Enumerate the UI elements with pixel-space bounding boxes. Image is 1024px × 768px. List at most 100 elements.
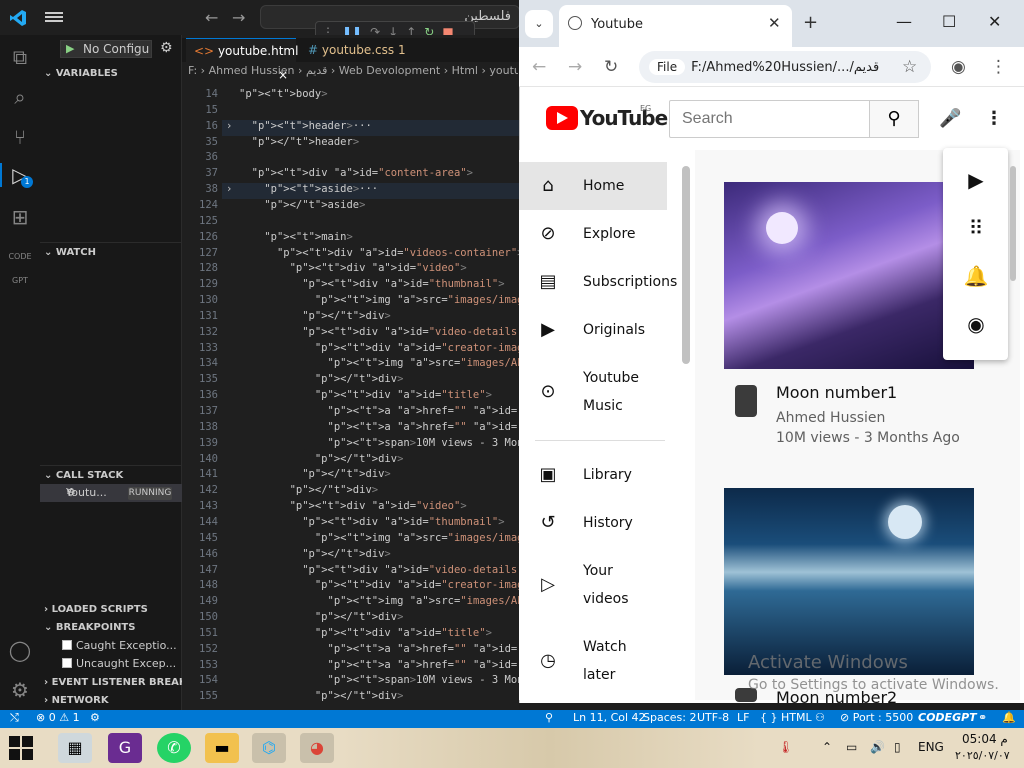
code-line[interactable]: "p"><"t">body> [239, 88, 328, 100]
checkbox[interactable] [62, 640, 72, 650]
nav-originals[interactable]: ▶ Originals [519, 316, 667, 344]
code-line[interactable]: "p"><"t">a "a">href="" "a">id="video-cre… [239, 421, 519, 433]
maximize-icon[interactable]: ☐ [942, 12, 956, 31]
account-icon[interactable]: ◯ [8, 638, 32, 662]
bookmark-star-icon[interactable]: ☆ [902, 57, 917, 77]
input-language[interactable]: ENG [918, 740, 944, 754]
clock-date[interactable]: ٢٠٢٥/٠٧/٠٧ [955, 749, 1010, 762]
code-line[interactable]: "p"><"t">img "a">src="images/image1.jpeg… [239, 294, 519, 306]
remote-icon[interactable]: ⤭ [10, 711, 19, 725]
zoom-icon[interactable]: ⚲ [545, 711, 553, 724]
address-bar[interactable]: File F:/Ahmed%20Hussien/.../قديم [639, 51, 931, 83]
encoding[interactable]: UTF-8 [697, 711, 729, 724]
calculator-icon[interactable]: ▦ [58, 733, 92, 763]
bp-caught-exceptions[interactable]: Caught Exceptio... [62, 639, 177, 652]
breadcrumb[interactable]: F: › Ahmed Hussien › قديم › Web Devolopm… [188, 64, 518, 82]
code-line[interactable]: "p"><"t">div "a">id="video-details"> [239, 564, 519, 576]
browser-tab[interactable]: Youtube [559, 5, 792, 47]
code-line[interactable]: "p"></"t">div> [239, 611, 404, 623]
nav-watch-later[interactable]: ◷ Watch later [519, 633, 649, 689]
notifications-icon[interactable]: 🔔 [1002, 711, 1016, 724]
close-tab-icon[interactable]: ✕ [768, 14, 781, 32]
code-line[interactable]: "p"></"t">div> [239, 548, 391, 560]
back-arrow-icon[interactable]: ← [205, 8, 218, 27]
settings-gear-icon[interactable]: ⚙ [8, 678, 32, 702]
clock-time[interactable]: 05:04 م [962, 732, 1008, 746]
code-line[interactable]: "p"><"t">div "a">id="video"> [239, 500, 467, 512]
minimize-icon[interactable]: — [896, 12, 912, 31]
sidebar-scrollbar[interactable] [682, 166, 690, 364]
code-line[interactable]: "p"><"t">div "a">id="thumbnail"> [239, 278, 504, 290]
windows-start-icon[interactable] [8, 735, 34, 761]
explorer-icon[interactable]: ⧉ [8, 45, 32, 69]
accounts-icon[interactable]: ⚭ [978, 711, 987, 724]
code-line[interactable]: "p"></"t">div> [239, 373, 404, 385]
code-line[interactable]: "p"><"t">div "a">id="videos-container"> [239, 247, 519, 259]
code-line[interactable]: "p"><"t">div "a">id="video-details"> [239, 326, 519, 338]
apps-grid-icon[interactable]: ⠿ [963, 216, 989, 240]
video-thumbnail[interactable] [724, 182, 974, 369]
code-line[interactable]: "p"></"t">div> [239, 468, 391, 480]
video-creator[interactable]: Ahmed Hussien [776, 410, 885, 426]
code-line[interactable]: "p"><"t">a "a">href="" "a">id="video-cre… [239, 659, 519, 671]
nav-explore[interactable]: ⊘ Explore [519, 220, 667, 248]
code-line[interactable]: "p"></"t">div> [239, 484, 379, 496]
code-line[interactable]: "p"><"t">a "a">href="" "a">id="video-tit… [239, 405, 519, 417]
account-circle-icon[interactable]: ◉ [963, 312, 989, 336]
volume-icon[interactable]: 🔊 [870, 740, 885, 754]
fold-chevron-icon[interactable]: › [226, 120, 232, 132]
search-button[interactable]: ⚲ [869, 100, 919, 138]
video-title[interactable]: Moon number1 [776, 383, 897, 402]
indentation[interactable]: Spaces: 2 [643, 711, 696, 724]
code-line[interactable]: "p"><"t">span>10M views - 3 Months Ago [239, 674, 519, 686]
code-line[interactable]: "p"><"t">a "a">href="" "a">id="video-tit… [239, 643, 519, 655]
code-line[interactable]: "p"></"t">header> [239, 136, 360, 148]
vscode-taskbar-icon[interactable]: ⌬ [252, 733, 286, 763]
checkbox[interactable] [62, 658, 72, 668]
source-control-icon[interactable]: ⑂ [8, 125, 32, 149]
whatsapp-icon[interactable]: ✆ [157, 733, 191, 763]
page-scrollbar[interactable] [1010, 166, 1016, 281]
live-server-port[interactable]: ⊘ Port : 5500 [840, 711, 913, 724]
close-window-icon[interactable]: ✕ [988, 12, 1001, 31]
section-event-listener[interactable]: EVENT LISTENER BREAKP... [44, 677, 204, 688]
code-line[interactable]: "p"><"t">div "a">id="content-area"> [239, 167, 473, 179]
language-mode[interactable]: { } HTML [760, 711, 812, 724]
code-line[interactable]: "p"><"t">div "a">id="title"> [239, 627, 492, 639]
file-explorer-icon[interactable]: ▬ [205, 733, 239, 763]
start-debugging-icon[interactable]: ▶ [66, 42, 74, 55]
avatar[interactable] [735, 385, 757, 417]
code-line[interactable]: "p"></"t">div> [239, 453, 404, 465]
search-input[interactable] [669, 100, 870, 138]
problems-indicator[interactable]: ⊗ 0 ⚠ 1 [36, 711, 80, 724]
tab-youtube-css[interactable]: # youtube.css 1 [300, 38, 410, 62]
section-breakpoints[interactable]: BREAKPOINTS [44, 622, 136, 633]
code-line[interactable]: "p"><"t">img "a">src="images/image2.jpeg… [239, 532, 519, 544]
code-line[interactable]: "p"></"t">div> [239, 310, 391, 322]
code-line[interactable]: "p"></"t">div> [239, 690, 404, 702]
code-line[interactable]: "p"><"t">aside>··· [239, 183, 378, 195]
cursor-position[interactable]: Ln 11, Col 42 [573, 711, 646, 724]
copilot-icon[interactable]: ⚇ [815, 711, 825, 724]
nav-library[interactable]: ▣ Library [519, 461, 667, 489]
code-line[interactable]: "p"><"t">div "a">id="creator-image"> [239, 342, 519, 354]
extensions-icon[interactable]: ⊞ [8, 205, 32, 229]
notifications-bell-icon[interactable]: 🔔 [963, 264, 989, 288]
section-loaded-scripts[interactable]: LOADED SCRIPTS [44, 604, 148, 615]
code-line[interactable]: "p"><"t">div "a">id="creator-image"> [239, 579, 519, 591]
youtube-logo-text[interactable]: YouTube [580, 106, 668, 130]
network-icon[interactable]: ▭ [846, 740, 857, 754]
section-watch[interactable]: WATCH [44, 247, 96, 258]
code-line[interactable]: "p"><"t">div "a">id="video"> [239, 262, 467, 274]
file-chip[interactable]: File [649, 59, 686, 75]
section-call-stack[interactable]: CALL STACK [44, 470, 123, 481]
debug-status-icon[interactable]: ⚙ [90, 711, 100, 724]
app-g-icon[interactable]: G [108, 733, 142, 763]
section-network[interactable]: NETWORK [44, 695, 109, 706]
back-icon[interactable]: ← [532, 57, 546, 77]
more-options-icon[interactable]: ⋮ [985, 108, 1003, 129]
new-tab-icon[interactable]: + [803, 12, 818, 33]
codegpt-status[interactable]: CODEGPT [918, 711, 977, 724]
show-hidden-icons[interactable]: ⌃ [822, 740, 832, 754]
microphone-icon[interactable]: 🎤 [939, 108, 961, 129]
